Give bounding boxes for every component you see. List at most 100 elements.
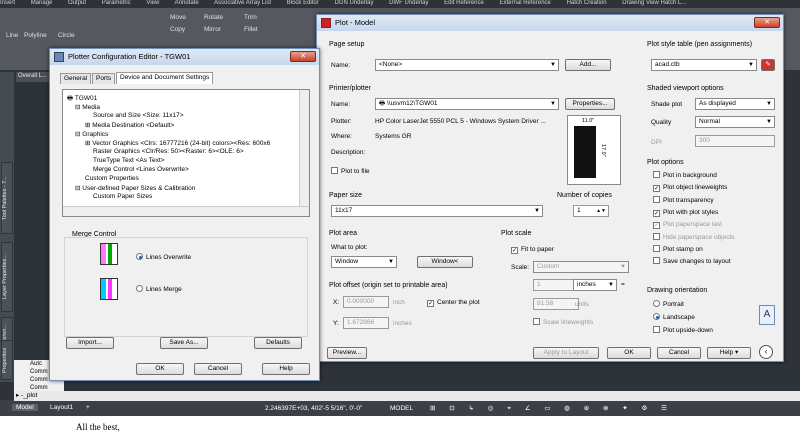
command-line[interactable]: ▸ -_plot — [14, 391, 800, 401]
ribbon-tab-external-reference[interactable]: External Reference — [500, 0, 551, 6]
plot-option-checkbox[interactable]: Plot in background — [653, 171, 717, 180]
circle-tool[interactable]: Circle — [58, 32, 75, 39]
offset-y-input[interactable]: 1.672866 — [343, 317, 389, 329]
properties-tab[interactable]: Properties — [1, 340, 13, 380]
scale-select[interactable]: Custom ▼ — [533, 261, 629, 273]
tree-graphics[interactable]: ⊟ Graphics — [75, 130, 108, 138]
fit-to-paper-checkbox[interactable]: ✓ Fit to paper — [511, 245, 554, 254]
polyline-tool[interactable]: Polyline — [24, 32, 47, 39]
tab-ports[interactable]: Ports — [92, 73, 116, 84]
import-button[interactable]: Import... — [66, 337, 114, 349]
paper-size-select[interactable]: 11x17 ▼ — [331, 205, 543, 217]
cancel-button[interactable]: Cancel — [657, 347, 701, 359]
ribbon-tab-parametric[interactable]: Parametric — [102, 0, 131, 6]
scale-units1-select[interactable]: inches ▼ — [573, 279, 617, 291]
ribbon-tab-block-editor[interactable]: Block Editor — [287, 0, 319, 6]
plotter-ok-button[interactable]: OK — [136, 363, 184, 375]
plot-option-checkbox[interactable]: ✓ Plot paperspace last — [653, 220, 722, 230]
edit-style-table-button[interactable]: ✎ — [761, 59, 775, 71]
tree-source-size[interactable]: Source and Size <Size: 11x17> — [93, 112, 184, 119]
ribbon-tab-drawing-view[interactable]: Drawing View Hatch L... — [622, 0, 686, 6]
plot-option-checkbox[interactable]: ✓ Plot with plot styles — [653, 208, 718, 217]
add-layout-button[interactable]: + — [86, 404, 90, 411]
page-setup-select[interactable]: <None> ▼ — [375, 59, 559, 71]
plot-option-checkbox[interactable]: ✓ Plot object lineweights — [653, 183, 727, 193]
center-plot-checkbox[interactable]: ✓ Center the plot — [427, 298, 480, 307]
defaults-button[interactable]: Defaults — [254, 337, 302, 349]
collapse-options-icon[interactable]: ‹ — [759, 345, 773, 359]
help-button[interactable]: Help ▾ — [707, 347, 751, 359]
window-pick-button[interactable]: Window< — [417, 256, 473, 268]
ribbon-tab-annotate[interactable]: Annotate — [175, 0, 199, 6]
rotate-tool[interactable]: Rotate — [204, 14, 223, 21]
trim-tool[interactable]: Trim — [244, 14, 257, 21]
landscape-radio[interactable]: Landscape — [653, 313, 695, 322]
plot-option-checkbox[interactable]: Plot transparency — [653, 195, 714, 205]
ok-button[interactable]: OK — [607, 347, 651, 359]
plot-option-checkbox[interactable]: Plot stamp on — [653, 244, 703, 254]
layout1-tab[interactable]: Layout1 — [46, 404, 77, 411]
line-tool[interactable]: Line — [6, 32, 18, 39]
plot-option-checkbox[interactable]: Save changes to layout — [653, 257, 731, 266]
plot-style-table-select[interactable]: acad.ctb ▼ — [651, 59, 757, 71]
ribbon-tab-edit-reference[interactable]: Edit Reference — [444, 0, 484, 6]
portrait-radio[interactable]: Portrait — [653, 300, 684, 309]
model-space-button[interactable]: MODEL — [390, 405, 413, 412]
lines-overwrite-radio[interactable]: Lines Overwrite — [136, 253, 191, 262]
tree-vertical-scrollbar[interactable] — [299, 90, 309, 206]
tree-raster-graphics[interactable]: Raster Graphics <Clr/Res: 50><Raster: 6>… — [93, 148, 244, 155]
scale-value2-input[interactable]: 81.58 — [533, 298, 579, 310]
dpi-input[interactable]: 300 — [695, 135, 775, 147]
tree-truetype-text[interactable]: TrueType Text <As Text> — [93, 157, 164, 164]
scale-lineweights-checkbox[interactable]: Scale lineweights — [533, 318, 593, 327]
tree-user-paper-sizes[interactable]: ⊟ User-defined Paper Sizes & Calibration — [75, 184, 195, 192]
save-as-button[interactable]: Save As... — [160, 337, 208, 349]
quality-select[interactable]: Normal ▼ — [695, 116, 775, 128]
tool-palettes-tab[interactable]: Tool Palettes - T... — [1, 162, 13, 234]
copy-tool[interactable]: Copy — [170, 26, 185, 33]
tab-general[interactable]: General — [60, 73, 92, 84]
preview-button[interactable]: Preview... — [327, 347, 367, 359]
status-toggle-icons[interactable]: ⊞ ⊡ ↳ ◎ ⌖ ∠ ▭ ◍ ⊕ ⊗ ✦ ⚙ ☰ — [430, 404, 673, 413]
spinner-icon[interactable]: ▲▼ — [596, 206, 606, 216]
shade-plot-select[interactable]: As displayed ▼ — [695, 98, 775, 110]
apply-to-layout-button[interactable]: Apply to Layout — [533, 347, 599, 359]
ribbon-tab-insert[interactable]: Insert — [0, 0, 15, 6]
layer-properties-tab[interactable]: Layer Properties... — [1, 242, 13, 312]
plotter-cancel-button[interactable]: Cancel — [194, 363, 242, 375]
copies-input[interactable]: 1 ▲▼ — [573, 205, 609, 217]
model-tab[interactable]: Model — [12, 404, 38, 411]
ribbon-tab-view[interactable]: View — [146, 0, 159, 6]
chevron-down-icon: ▼ — [620, 264, 626, 270]
move-tool[interactable]: Move — [170, 14, 186, 21]
plot-option-checkbox[interactable]: Hide paperspace objects — [653, 232, 735, 242]
what-to-plot-select[interactable]: Window ▼ — [331, 256, 397, 268]
tab-device-settings[interactable]: Device and Document Settings — [116, 72, 214, 84]
upside-down-checkbox[interactable]: Plot upside-down — [653, 326, 713, 335]
ribbon-tab-manage[interactable]: Manage — [31, 0, 53, 6]
ribbon-tab-hatch-creation[interactable]: Hatch Creation — [567, 0, 607, 6]
lines-merge-radio[interactable]: Lines Merge — [136, 285, 182, 294]
ribbon-tab-dwf-underlay[interactable]: DWF Underlay — [389, 0, 428, 6]
tree-vector-graphics[interactable]: ⊞ Vector Graphics <Clrs: 16777216 (24-bi… — [85, 139, 270, 147]
tree-merge-control[interactable]: Merge Control <Lines Overwrite> — [93, 166, 189, 173]
plot-to-file-checkbox[interactable]: Plot to file — [331, 167, 370, 176]
add-page-setup-button[interactable]: Add... — [565, 59, 611, 71]
ribbon-tab-dgn-underlay[interactable]: DGN Underlay — [334, 0, 373, 6]
tree-horizontal-scrollbar[interactable] — [63, 206, 309, 216]
tree-custom-paper-sizes[interactable]: Custom Paper Sizes — [93, 193, 152, 200]
plot-close-button[interactable]: ✕ — [754, 17, 780, 28]
ribbon-tab-associative-array[interactable]: Associative Array List — [214, 0, 271, 6]
settings-tree[interactable]: 🖶 TGW01 ⊟ Media Source and Size <Size: 1… — [62, 89, 310, 217]
offset-x-input[interactable]: 0.000000 — [343, 296, 389, 308]
printer-select[interactable]: 🖶 \\usvm12\TGW01 ▼ — [375, 98, 559, 110]
ribbon-tab-output[interactable]: Output — [68, 0, 86, 6]
plotter-config-close-button[interactable]: ✕ — [290, 51, 316, 62]
tree-media-destination[interactable]: ⊞ Media Destination <Default> — [85, 121, 174, 129]
printer-properties-button[interactable]: Properties... — [565, 98, 615, 110]
tree-media[interactable]: ⊟ Media — [75, 103, 100, 111]
mirror-tool[interactable]: Mirror — [204, 26, 221, 33]
plotter-help-button[interactable]: Help — [262, 363, 310, 375]
tree-custom-properties[interactable]: Custom Properties — [85, 175, 139, 182]
fillet-tool[interactable]: Fillet — [244, 26, 258, 33]
